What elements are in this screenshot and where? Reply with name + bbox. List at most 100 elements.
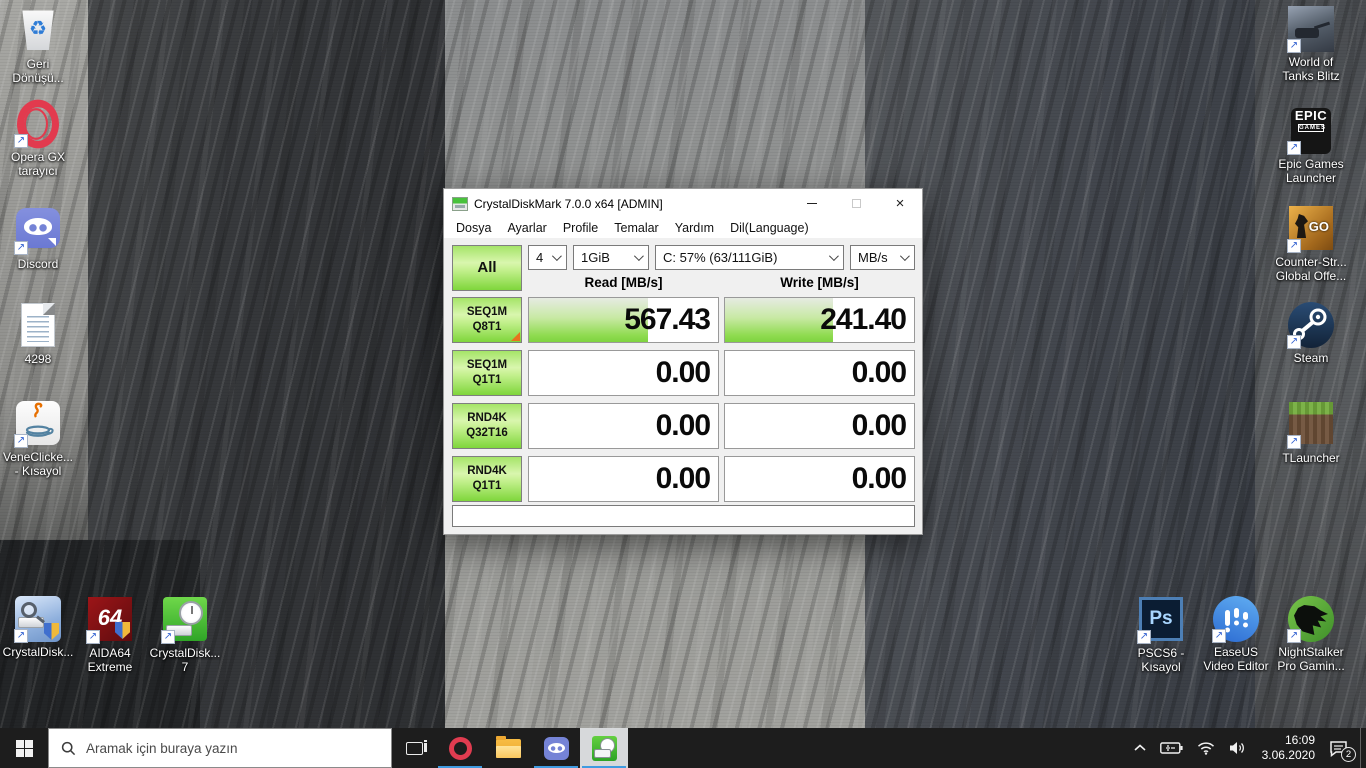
crystaldiskmark-window: CrystalDiskMark 7.0.0 x64 [ADMIN] × Dosy… bbox=[443, 188, 923, 535]
menu-ayarlar[interactable]: Ayarlar bbox=[499, 221, 554, 235]
opera-gx-icon: ↗ bbox=[14, 99, 61, 149]
desktop-icon-csgo[interactable]: ↗ Counter-Str... Global Offe... bbox=[1273, 205, 1349, 283]
time: 16:09 bbox=[1284, 733, 1315, 747]
battery-charging-icon bbox=[1159, 742, 1183, 754]
desktop-icon-crystaldiskinfo[interactable]: ↗ CrystalDisk... bbox=[0, 596, 76, 659]
read-value: 0.00 bbox=[655, 356, 711, 389]
rnd4k-q32t16-button[interactable]: RND4K Q32T16 bbox=[452, 403, 522, 449]
status-field[interactable] bbox=[452, 505, 915, 527]
discord-icon: ↗ bbox=[14, 208, 61, 255]
read-value: 0.00 bbox=[655, 462, 711, 495]
maximize-button bbox=[834, 189, 878, 218]
desktop-icon-photoshop[interactable]: Ps ↗ PSCS6 - Kısayol bbox=[1123, 596, 1199, 674]
tray-wifi[interactable] bbox=[1190, 728, 1222, 768]
shortcut-arrow-icon: ↗ bbox=[14, 434, 28, 448]
all-test-button[interactable]: All bbox=[452, 245, 522, 291]
start-button[interactable] bbox=[0, 728, 48, 768]
crystaldiskinfo-icon: ↗ bbox=[14, 596, 61, 643]
row-label-line1: SEQ1M bbox=[466, 359, 508, 371]
rnd4k-q1t1-button[interactable]: RND4K Q1T1 bbox=[452, 456, 522, 502]
shortcut-arrow-icon: ↗ bbox=[1287, 39, 1301, 53]
unit-dropdown[interactable]: MB/s bbox=[850, 245, 915, 270]
taskbar: 16:09 3.06.2020 2 bbox=[0, 728, 1366, 768]
tray-clock[interactable]: 16:09 3.06.2020 bbox=[1254, 728, 1323, 768]
read-result-cell: 567.43 bbox=[528, 297, 719, 343]
taskbar-app-discord[interactable] bbox=[532, 728, 580, 768]
desktop-icon-aida64[interactable]: 64 ↗ AIDA64 Extreme bbox=[72, 596, 148, 674]
windows-logo-icon bbox=[15, 739, 33, 757]
desktop-icon-veneclicker[interactable]: ↗ VeneClicke... - Kısayol bbox=[0, 400, 76, 478]
menu-dil-language[interactable]: Dil(Language) bbox=[722, 221, 817, 235]
menu-yardim[interactable]: Yardım bbox=[667, 221, 722, 235]
icon-label: Discord bbox=[17, 257, 59, 271]
taskbar-app-crystaldiskmark[interactable] bbox=[580, 728, 628, 768]
desktop-icon-document-4298[interactable]: 4298 bbox=[0, 302, 76, 366]
taskbar-search[interactable] bbox=[48, 728, 392, 768]
file-explorer-icon bbox=[495, 735, 521, 758]
epic-games-icon: EPIC GAMES ↗ bbox=[1287, 108, 1334, 155]
write-result-cell: 0.00 bbox=[724, 350, 915, 396]
seq1m-q8t1-button[interactable]: SEQ1M Q8T1 bbox=[452, 297, 522, 343]
desktop-icon-discord[interactable]: ↗ Discord bbox=[0, 205, 76, 271]
chevron-down-icon bbox=[899, 251, 910, 262]
speaker-icon bbox=[1229, 742, 1244, 754]
tray-volume[interactable] bbox=[1222, 728, 1254, 768]
crystaldiskmark-icon bbox=[591, 735, 617, 761]
photoshop-icon: Ps ↗ bbox=[1137, 597, 1184, 644]
write-value: 0.00 bbox=[851, 356, 907, 389]
desktop-icon-epic-games[interactable]: EPIC GAMES ↗ Epic Games Launcher bbox=[1273, 101, 1349, 185]
read-result-cell: 0.00 bbox=[528, 456, 719, 502]
epic-text: EPIC bbox=[1294, 108, 1328, 123]
desktop-icon-recycle-bin[interactable]: ♻ Geri Dönüşü... bbox=[0, 6, 76, 85]
read-value: 0.00 bbox=[655, 409, 711, 442]
row-label-line2: Q8T1 bbox=[472, 321, 502, 333]
crystaldiskmark-icon: ↗ bbox=[161, 597, 208, 644]
shortcut-arrow-icon: ↗ bbox=[1212, 629, 1226, 643]
task-view-button[interactable] bbox=[392, 728, 436, 768]
taskbar-app-file-explorer[interactable] bbox=[484, 728, 532, 768]
minimize-button[interactable] bbox=[790, 189, 834, 218]
write-value: 241.40 bbox=[820, 303, 907, 336]
discord-icon bbox=[543, 736, 569, 760]
nightstalker-icon: ↗ bbox=[1287, 596, 1334, 643]
wifi-icon bbox=[1197, 742, 1214, 755]
test-size-value: 1GiB bbox=[581, 250, 610, 265]
icon-label: CrystalDisk... bbox=[2, 645, 74, 659]
taskbar-app-opera-gx[interactable] bbox=[436, 728, 484, 768]
desktop-icon-opera-gx[interactable]: ↗ Opera GX tarayıcı bbox=[0, 99, 76, 178]
desktop-icon-wot-blitz[interactable]: ↗ World of Tanks Blitz bbox=[1273, 6, 1349, 83]
desktop-icon-steam[interactable]: ↗ Steam bbox=[1273, 302, 1349, 365]
desktop-icon-crystaldiskmark7[interactable]: ↗ CrystalDisk... 7 bbox=[147, 596, 223, 674]
desktop-icon-easeus[interactable]: ↗ EaseUS Video Editor bbox=[1198, 596, 1274, 673]
test-count-dropdown[interactable]: 4 bbox=[528, 245, 567, 270]
write-value: 0.00 bbox=[851, 409, 907, 442]
drive-dropdown[interactable]: C: 57% (63/111GiB) bbox=[655, 245, 844, 270]
menu-dosya[interactable]: Dosya bbox=[448, 221, 499, 235]
test-size-dropdown[interactable]: 1GiB bbox=[573, 245, 649, 270]
shortcut-arrow-icon: ↗ bbox=[1287, 239, 1301, 253]
icon-label: TLauncher bbox=[1282, 451, 1340, 465]
desktop-icon-nightstalker[interactable]: ↗ NightStalker Pro Gamin... bbox=[1273, 596, 1349, 673]
chevron-down-icon bbox=[633, 251, 644, 262]
benchmark-row-rnd4k-q1t1: RND4K Q1T1 0.00 0.00 bbox=[444, 456, 922, 502]
icon-label: EaseUS Video Editor bbox=[1203, 645, 1269, 673]
seq1m-q1t1-button[interactable]: SEQ1M Q1T1 bbox=[452, 350, 522, 396]
shortcut-arrow-icon: ↗ bbox=[161, 630, 175, 644]
tray-battery[interactable] bbox=[1153, 728, 1190, 768]
menu-temalar[interactable]: Temalar bbox=[606, 221, 666, 235]
window-body: All 4 1GiB C: 57% (63/111GiB) MB/s Read … bbox=[444, 238, 922, 534]
menu-profile[interactable]: Profile bbox=[555, 221, 606, 235]
show-desktop-button[interactable] bbox=[1360, 728, 1366, 768]
icon-label: Epic Games Launcher bbox=[1278, 157, 1344, 185]
shortcut-arrow-icon: ↗ bbox=[1287, 141, 1301, 155]
write-result-cell: 0.00 bbox=[724, 456, 915, 502]
title-bar[interactable]: CrystalDiskMark 7.0.0 x64 [ADMIN] × bbox=[444, 189, 922, 218]
close-button[interactable]: × bbox=[878, 189, 922, 218]
read-value: 567.43 bbox=[624, 303, 711, 336]
search-input[interactable] bbox=[86, 740, 346, 756]
tray-show-hidden-icons[interactable] bbox=[1127, 728, 1153, 768]
write-result-cell: 0.00 bbox=[724, 403, 915, 449]
action-center-button[interactable]: 2 bbox=[1323, 728, 1360, 768]
desktop-icon-tlauncher[interactable]: ↗ TLauncher bbox=[1273, 400, 1349, 465]
aida64-icon: 64 ↗ bbox=[86, 597, 133, 644]
